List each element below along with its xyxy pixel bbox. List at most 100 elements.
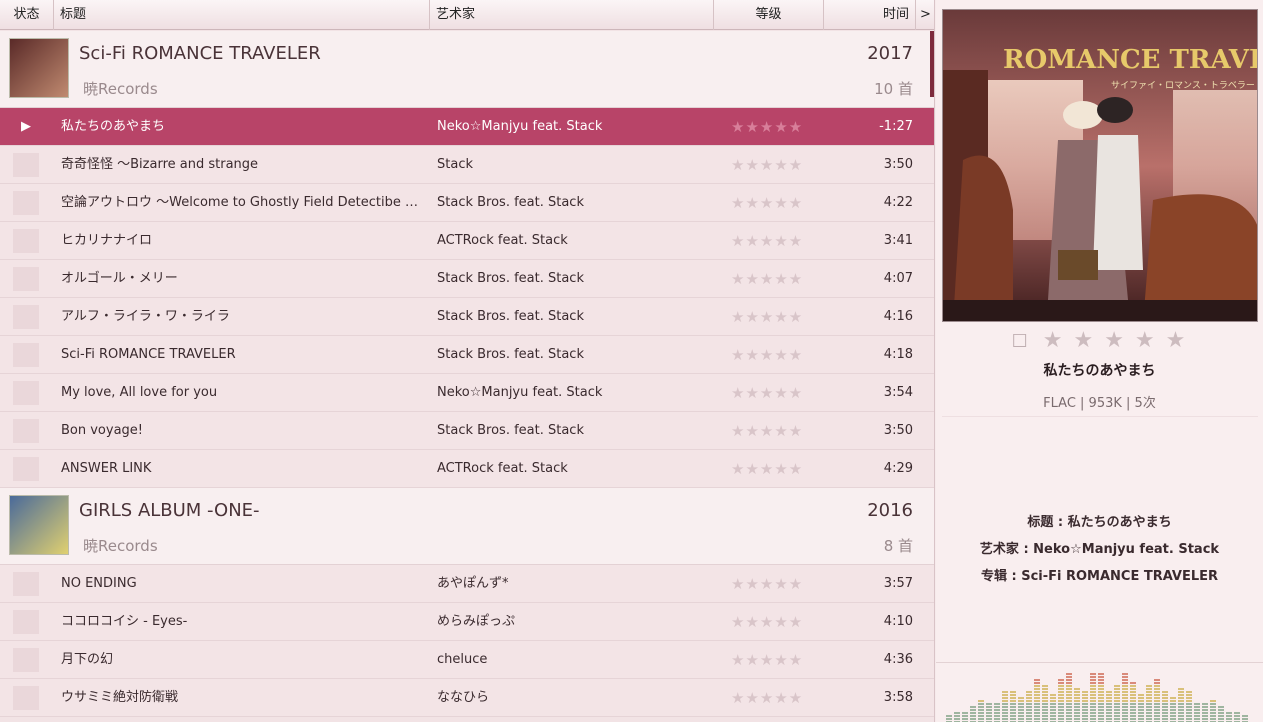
track-rating-stars[interactable]: ★★★★★ [731, 412, 803, 450]
spectrum-bar-segment [1154, 697, 1160, 699]
spectrum-bar-segment [1058, 685, 1064, 687]
track-row[interactable]: ココロコイシ - Eyes- めらみぽっぷ ★★★★★ 4:10 [0, 603, 934, 641]
spectrum-bar-segment [1194, 712, 1200, 714]
track-rating-stars[interactable]: ★★★★★ [731, 260, 803, 298]
track-artist: Neko☆Manjyu feat. Stack [437, 385, 603, 400]
spectrum-bar-segment [1154, 703, 1160, 705]
spectrum-bar-segment [1178, 718, 1184, 720]
track-row[interactable]: Bon voyage! Stack Bros. feat. Stack ★★★★★ 3… [0, 412, 934, 450]
track-row[interactable]: My love, All love for you Neko☆Manjyu fea… [0, 374, 934, 412]
track-rating-stars[interactable]: ★★★★★ [731, 336, 803, 374]
track-title: My love, All love for you [61, 385, 218, 400]
track-rating-stars[interactable]: ★★★★★ [731, 603, 803, 641]
spectrum-bar-segment [1202, 706, 1208, 708]
track-rating-stars[interactable]: ★★★★★ [731, 298, 803, 336]
bookmark-icon[interactable]: ☐ [1012, 331, 1028, 352]
spectrum-bar-segment [1018, 709, 1024, 711]
spectrum-bar-segment [1138, 697, 1144, 699]
spectrum-bar-segment [1146, 709, 1152, 711]
track-row[interactable]: オルゴール・メリー Stack Bros. feat. Stack ★★★★★ 4:0… [0, 260, 934, 298]
spectrum-bar-segment [1082, 712, 1088, 714]
spectrum-bar-segment [1186, 691, 1192, 693]
spectrum-bar-segment [1034, 703, 1040, 705]
album-header[interactable]: GIRLS ALBUM -ONE- 暁Records 2016 8 首 [0, 488, 934, 565]
track-rating-stars[interactable]: ★★★★★ [731, 565, 803, 603]
track-row[interactable]: アルフ・ライラ・ワ・ライラ Stack Bros. feat. Stack ★★★★… [0, 298, 934, 336]
track-row[interactable]: ANSWER LINK ACTRock feat. Stack ★★★★★ 4:29 [0, 450, 934, 488]
spectrum-bar-segment [1098, 673, 1104, 675]
spectrum-bar-segment [1098, 718, 1104, 720]
spectrum-bar-segment [1154, 715, 1160, 717]
spectrum-bar-segment [1170, 712, 1176, 714]
album-cover-thumb [9, 495, 69, 555]
spectrum-bar-segment [970, 709, 976, 711]
track-rating-stars[interactable]: ★★★★★ [731, 641, 803, 679]
spectrum-bar-segment [1010, 703, 1016, 705]
status-cell [13, 648, 39, 672]
spectrum-bar-segment [1114, 694, 1120, 696]
spectrum-bar-segment [1066, 685, 1072, 687]
spectrum-bar-segment [1162, 694, 1168, 696]
column-rating[interactable]: 等级 [714, 0, 824, 30]
spectrum-bar-segment [1002, 703, 1008, 705]
spectrum-bar-segment [1242, 715, 1248, 717]
spectrum-bar-segment [1106, 697, 1112, 699]
column-title[interactable]: 标题 [54, 0, 430, 30]
spectrum-bar-segment [1138, 715, 1144, 717]
spectrum-bar-segment [1082, 697, 1088, 699]
track-rating-stars[interactable]: ★★★★★ [731, 222, 803, 260]
rating-control[interactable]: ☐ ★ ★ ★ ★ ★ [936, 328, 1263, 353]
track-artist: Stack Bros. feat. Stack [437, 423, 584, 438]
spectrum-bar-segment [1130, 688, 1136, 690]
rating-stars[interactable]: ★ ★ ★ ★ ★ [1043, 328, 1188, 353]
track-rating-stars[interactable]: ★★★★★ [731, 146, 803, 184]
spectrum-bar-segment [1162, 709, 1168, 711]
column-artist[interactable]: 艺术家 [430, 0, 714, 30]
track-rating-stars[interactable]: ★★★★★ [731, 108, 803, 146]
spectrum-bar-segment [994, 709, 1000, 711]
spectrum-bar-segment [1178, 700, 1184, 702]
spectrum-bar-segment [1154, 682, 1160, 684]
spectrum-bar-segment [1170, 700, 1176, 702]
spectrum-bar-segment [1178, 715, 1184, 717]
column-more-button[interactable]: > [916, 0, 934, 30]
column-status[interactable]: 状态 [0, 0, 54, 30]
spectrum-bar-segment [1090, 694, 1096, 696]
track-row[interactable]: 奇奇怪怪 ～Bizarre and strange Stack ★★★★★ 3:50 [0, 146, 934, 184]
spectrum-bar-segment [1226, 715, 1232, 717]
spectrum-bar-segment [1066, 688, 1072, 690]
spectrum-bar-segment [1122, 697, 1128, 699]
track-row[interactable]: 空論アウトロウ ～Welcome to Ghostly Field Detect… [0, 184, 934, 222]
spectrum-bar-segment [1178, 694, 1184, 696]
track-row[interactable]: ▶ 私たちのあやまち Neko☆Manjyu feat. Stack ★★★★★ -1:… [0, 108, 934, 146]
track-rating-stars[interactable]: ★★★★★ [731, 184, 803, 222]
spectrum-bar-segment [1026, 715, 1032, 717]
spectrum-bar-segment [1042, 697, 1048, 699]
spectrum-bar-segment [1170, 709, 1176, 711]
track-artist: めらみぽっぷ [437, 614, 516, 629]
spectrum-bar-segment [1146, 712, 1152, 714]
album-header[interactable]: Sci-Fi ROMANCE TRAVELER 暁Records 2017 10 首 [0, 31, 934, 108]
track-rating-stars[interactable]: ★★★★★ [731, 374, 803, 412]
track-rating-stars[interactable]: ★★★★★ [731, 679, 803, 717]
track-row[interactable]: NO ENDING あやぽんず* ★★★★★ 3:57 [0, 565, 934, 603]
track-rating-stars[interactable]: ★★★★★ [731, 450, 803, 488]
track-row[interactable]: ウサミミ絶対防衛戦 ななひら ★★★★★ 3:58 [0, 679, 934, 717]
spectrum-bar-segment [1098, 679, 1104, 681]
column-time[interactable]: 时间 [824, 0, 916, 30]
track-artist: ななひら [437, 690, 490, 705]
spectrum-bar-segment [978, 718, 984, 720]
spectrum-bar-segment [1034, 700, 1040, 702]
spectrum-bar-segment [1010, 691, 1016, 693]
track-title: 奇奇怪怪 ～Bizarre and strange [61, 157, 259, 172]
spectrum-bar-segment [1034, 688, 1040, 690]
spectrum-bar-segment [1074, 715, 1080, 717]
spectrum-bar-segment [1082, 709, 1088, 711]
spectrum-bar-segment [1186, 703, 1192, 705]
track-row[interactable]: Sci-Fi ROMANCE TRAVELER Stack Bros. feat.… [0, 336, 934, 374]
spectrum-bar-segment [1194, 709, 1200, 711]
track-row[interactable]: ヒカリナナイロ ACTRock feat. Stack ★★★★★ 3:41 [0, 222, 934, 260]
spectrum-bar-segment [1042, 709, 1048, 711]
track-row[interactable]: 月下の幻 cheluce ★★★★★ 4:36 [0, 641, 934, 679]
spectrum-bar-segment [1026, 712, 1032, 714]
